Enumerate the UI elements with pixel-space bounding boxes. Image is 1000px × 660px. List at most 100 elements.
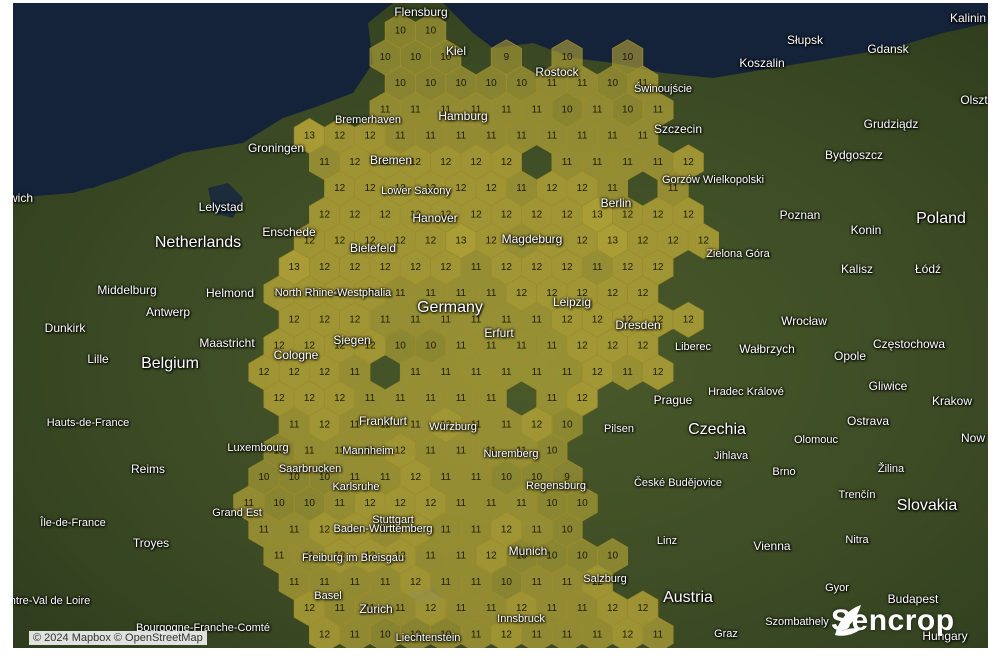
hex-value: 12 bbox=[395, 446, 407, 457]
hex-value: 12 bbox=[440, 157, 452, 168]
hex-value: 10 bbox=[561, 104, 573, 115]
hex-value: 11 bbox=[410, 104, 421, 115]
hex-value: 13 bbox=[304, 131, 316, 142]
hex-value: 11 bbox=[350, 629, 361, 640]
hex-value: 10 bbox=[410, 629, 422, 640]
hex-value: 10 bbox=[516, 78, 528, 89]
hex-value: 10 bbox=[577, 498, 589, 509]
hex-value: 11 bbox=[425, 551, 436, 562]
hex-value: 12 bbox=[440, 262, 452, 273]
hex-value: 12 bbox=[274, 288, 286, 299]
hex-value: 11 bbox=[410, 314, 421, 325]
hex-value: 12 bbox=[380, 209, 392, 220]
hex-value: 12 bbox=[334, 288, 346, 299]
hex-value: 11 bbox=[304, 446, 315, 457]
hex-value: 11 bbox=[577, 603, 588, 614]
hex-value: 12 bbox=[531, 209, 543, 220]
hex-value: 10 bbox=[546, 498, 558, 509]
hex-value: 12 bbox=[577, 288, 589, 299]
hex-value: 12 bbox=[652, 367, 664, 378]
hex-value: 11 bbox=[516, 183, 527, 194]
map-canvas[interactable]: 10 10 10 10 10 9 10 10 10 10 10 10 10 11 11 10 11 11 11 11 1… bbox=[13, 3, 988, 648]
hex-value: 10 bbox=[304, 498, 316, 509]
hex-value: 11 bbox=[486, 498, 497, 509]
hex-value: 11 bbox=[456, 551, 467, 562]
hex-value: 11 bbox=[350, 577, 361, 588]
hex-value: 12 bbox=[561, 209, 573, 220]
hex-value: 13 bbox=[607, 236, 619, 247]
hex-value: 9 bbox=[564, 472, 570, 483]
hex-value: 11 bbox=[395, 393, 406, 404]
map-attribution[interactable]: © 2024 Mapbox © OpenStreetMap bbox=[29, 631, 207, 645]
hex-value: 12 bbox=[440, 209, 452, 220]
hex-value: 11 bbox=[516, 131, 527, 142]
hex-value: 11 bbox=[532, 524, 543, 535]
hex-value: 10 bbox=[561, 52, 573, 63]
hex-value: 11 bbox=[244, 498, 255, 509]
hex-value: 10 bbox=[561, 524, 573, 535]
hex-value: 13 bbox=[455, 236, 467, 247]
hex-value: 12 bbox=[334, 236, 346, 247]
hex-value: 12 bbox=[304, 236, 316, 247]
hex-value: 10 bbox=[577, 551, 589, 562]
hex-value: 11 bbox=[471, 367, 482, 378]
hex-value: 11 bbox=[471, 419, 482, 430]
hex-value: 12 bbox=[395, 183, 407, 194]
hex-value: 11 bbox=[304, 551, 315, 562]
hex-value: 12 bbox=[395, 498, 407, 509]
hex-value: 11 bbox=[395, 288, 406, 299]
hex-value: 11 bbox=[562, 157, 573, 168]
hex-value: 12 bbox=[486, 551, 498, 562]
hex-value: 12 bbox=[334, 183, 346, 194]
hex-value: 12 bbox=[607, 288, 619, 299]
hex-value: 10 bbox=[516, 551, 528, 562]
hex-value: 11 bbox=[289, 577, 300, 588]
hex-value: 11 bbox=[471, 629, 482, 640]
hex-value: 11 bbox=[653, 157, 664, 168]
hex-value: 12 bbox=[501, 209, 513, 220]
hex-value: 11 bbox=[365, 393, 376, 404]
hex-value: 10 bbox=[319, 472, 331, 483]
hex-value: 11 bbox=[441, 524, 452, 535]
hex-value: 11 bbox=[607, 131, 618, 142]
hex-value: 11 bbox=[562, 629, 573, 640]
hex-value: 11 bbox=[395, 603, 406, 614]
hex-value: 11 bbox=[471, 104, 482, 115]
hex-value: 12 bbox=[289, 314, 301, 325]
hex-value: 10 bbox=[546, 446, 558, 457]
hex-value: 11 bbox=[471, 472, 482, 483]
hex-value: 11 bbox=[486, 131, 497, 142]
hex-value: 11 bbox=[532, 314, 543, 325]
hex-value: 11 bbox=[562, 577, 573, 588]
hex-value: 11 bbox=[486, 341, 497, 352]
hex-value: 12 bbox=[501, 157, 513, 168]
hex-value: 11 bbox=[456, 341, 467, 352]
hex-value: 11 bbox=[501, 104, 512, 115]
hex-value: 12 bbox=[364, 183, 376, 194]
hex-value: 11 bbox=[532, 629, 543, 640]
hex-value: 10 bbox=[622, 52, 634, 63]
hex-value: 12 bbox=[304, 288, 316, 299]
hex-value: 12 bbox=[410, 157, 422, 168]
hex-value: 12 bbox=[304, 603, 316, 614]
hex-value: 10 bbox=[440, 629, 452, 640]
hex-value: 10 bbox=[395, 26, 407, 37]
hex-value: 12 bbox=[455, 183, 467, 194]
hex-value: 12 bbox=[501, 524, 513, 535]
hex-value: 12 bbox=[577, 236, 589, 247]
hex-value: 12 bbox=[319, 209, 331, 220]
hex-value: 12 bbox=[440, 419, 452, 430]
hex-value: 10 bbox=[274, 498, 286, 509]
hex-value: 11 bbox=[592, 157, 603, 168]
hex-value: 12 bbox=[319, 367, 331, 378]
hex-value: 12 bbox=[410, 262, 422, 273]
hex-value: 12 bbox=[622, 314, 634, 325]
hex-value: 10 bbox=[607, 551, 619, 562]
hex-value: 11 bbox=[456, 288, 467, 299]
hex-value: 12 bbox=[319, 524, 331, 535]
hex-value: 11 bbox=[456, 603, 467, 614]
hex-value: 12 bbox=[546, 236, 558, 247]
hex-value: 12 bbox=[471, 157, 483, 168]
hex-value: 11 bbox=[638, 131, 649, 142]
hex-value: 10 bbox=[607, 78, 619, 89]
